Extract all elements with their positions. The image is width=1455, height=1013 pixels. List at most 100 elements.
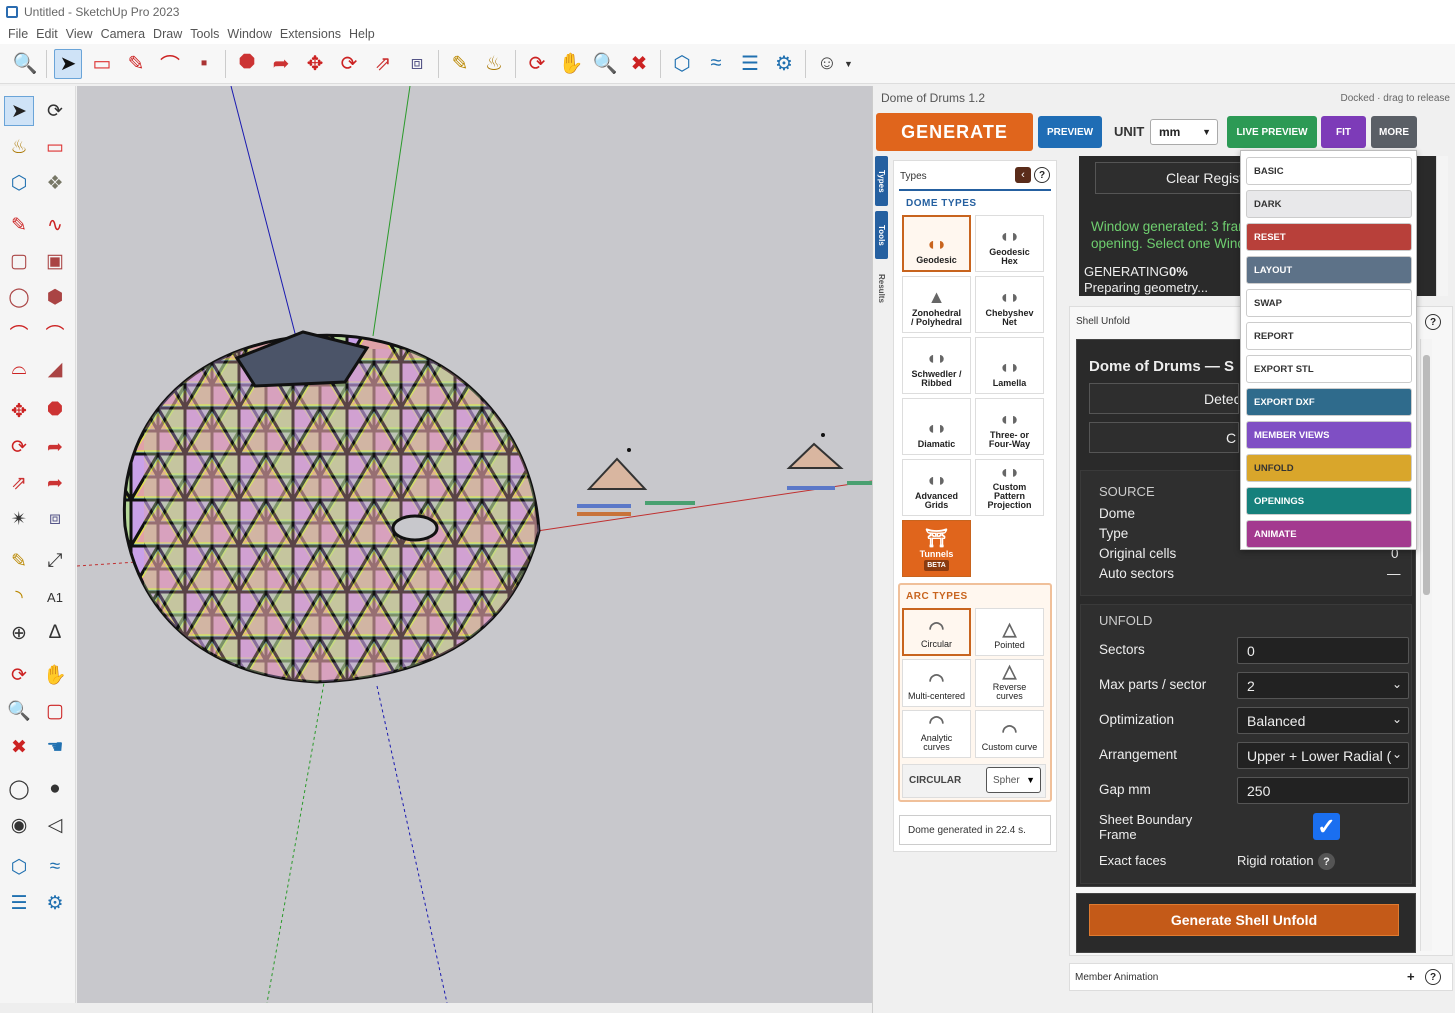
paint-icon[interactable]: ♨	[4, 132, 34, 162]
axes-icon[interactable]: ⊕	[4, 618, 34, 648]
expand-plus-icon[interactable]: +	[1407, 969, 1415, 984]
look-around-icon[interactable]: ◉	[4, 810, 34, 840]
zoom-window-icon[interactable]: ▢	[40, 696, 70, 726]
more-button[interactable]: MORE	[1371, 116, 1417, 148]
menu-item-reset[interactable]: RESET	[1246, 223, 1412, 251]
menu-item-swap[interactable]: SWAP	[1246, 289, 1412, 317]
position-camera-icon[interactable]: ◯	[4, 774, 34, 804]
lasso-icon[interactable]: ⟳	[40, 96, 70, 126]
two-point-arc-icon[interactable]: ⌒	[40, 318, 70, 348]
help-icon[interactable]: ?	[1425, 969, 1441, 985]
circle-icon[interactable]: ◯	[4, 282, 34, 312]
rigid-help-icon[interactable]: ?	[1318, 853, 1335, 870]
tab-types[interactable]: Types	[875, 156, 888, 206]
arc-type-analytic-curves[interactable]: ◠ Analytic curves	[902, 710, 971, 758]
menu-edit[interactable]: Edit	[36, 27, 58, 41]
arrangement-select[interactable]: Upper + Lower Radial (⌄	[1237, 742, 1409, 769]
zoom-extents-icon[interactable]: ✖	[625, 49, 653, 79]
menu-item-report[interactable]: REPORT	[1246, 322, 1412, 350]
account-icon[interactable]: ☺	[813, 49, 841, 79]
push-pull-icon[interactable]: ⯃	[233, 49, 261, 79]
followme-tool-icon[interactable]: ➦	[40, 432, 70, 462]
layout-tool-icon[interactable]: ☰	[4, 888, 34, 918]
rectangle-tool-icon[interactable]: ▢	[4, 246, 34, 276]
3d-viewport[interactable]	[77, 86, 872, 1003]
orbit-icon[interactable]: ⟳	[523, 49, 551, 79]
polygon-icon[interactable]: ⬢	[40, 282, 70, 312]
tab-results[interactable]: Results	[875, 264, 888, 312]
log-scrollbar[interactable]	[1436, 156, 1448, 296]
zoom-icon[interactable]: 🔍	[591, 49, 619, 79]
three-point-arc-icon[interactable]: ⌓	[4, 354, 34, 384]
rotated-rectangle-icon[interactable]: ▣	[40, 246, 70, 276]
detect-button[interactable]: Detec	[1089, 383, 1239, 414]
offset-icon[interactable]: ⧈	[403, 49, 431, 79]
menu-camera[interactable]: Camera	[101, 27, 145, 41]
gap-input[interactable]: 250	[1237, 777, 1409, 804]
fit-button[interactable]: FIT	[1321, 116, 1366, 148]
menu-view[interactable]: View	[66, 27, 93, 41]
menu-item-basic[interactable]: BASIC	[1246, 157, 1412, 185]
menu-item-member-views[interactable]: MEMBER VIEWS	[1246, 421, 1412, 449]
rotate-icon[interactable]: ⟳	[335, 49, 363, 79]
ext-warehouse-tool-icon[interactable]: ≈	[40, 852, 70, 882]
extension-manager-icon[interactable]: ⚙	[770, 49, 798, 79]
zoom-extents-tool-icon[interactable]: ✖	[4, 732, 34, 762]
line-tool-icon[interactable]: ✎	[4, 210, 34, 240]
tab-tools[interactable]: Tools	[875, 211, 888, 259]
rectangle-icon[interactable]: ▪	[190, 49, 218, 79]
shell-unfold-scrollbar[interactable]	[1420, 339, 1432, 951]
panel-header[interactable]: Dome of Drums 1.2 Docked · drag to relea…	[873, 86, 1455, 110]
search-icon[interactable]: 🔍	[11, 49, 39, 79]
offset-tool-icon[interactable]: ➦	[40, 468, 70, 498]
dome-type-zonohedral[interactable]: ▲ Zonohedral / Polyhedral	[902, 276, 971, 333]
dome-type-schwedler[interactable]: ◖◗ Schwedler / Ribbed	[902, 337, 971, 394]
dome-type-geodesic-hex[interactable]: ◖◗ Geodesic Hex	[975, 215, 1044, 272]
live-preview-button[interactable]: LIVE PREVIEW	[1227, 116, 1317, 148]
menu-draw[interactable]: Draw	[153, 27, 182, 41]
protractor-icon[interactable]: ◝	[4, 582, 34, 612]
menu-item-dark[interactable]: DARK	[1246, 190, 1412, 218]
menu-item-layout[interactable]: LAYOUT	[1246, 256, 1412, 284]
help-button[interactable]: ?	[1034, 167, 1050, 183]
arc-type-custom-curve[interactable]: ◠ Custom curve	[975, 710, 1044, 758]
zoom-tool-icon[interactable]: 🔍	[4, 696, 34, 726]
eraser-tool-icon[interactable]: ▭	[40, 132, 70, 162]
extension-warehouse-icon[interactable]: ≈	[702, 49, 730, 79]
member-animation-section[interactable]: Member Animation + ?	[1069, 963, 1453, 991]
dimension-icon[interactable]: ⤢	[40, 546, 70, 576]
select-arrow-icon[interactable]: ➤	[54, 48, 82, 79]
sheet-boundary-checkbox[interactable]: ✓	[1313, 813, 1340, 840]
previous-view-icon[interactable]: ☚	[40, 732, 70, 762]
tape-icon[interactable]: ✎	[4, 546, 34, 576]
warehouse-icon[interactable]: ⬡	[668, 49, 696, 79]
follow-me-icon[interactable]: ➦	[267, 49, 295, 79]
arc-icon[interactable]: ⌒	[156, 49, 184, 79]
menu-item-export-stl[interactable]: EXPORT STL	[1246, 355, 1412, 383]
dome-type-lamella[interactable]: ◖◗ Lamella	[975, 337, 1044, 394]
sectors-input[interactable]: 0	[1237, 637, 1409, 664]
max-parts-select[interactable]: 2 ⌄	[1237, 672, 1409, 699]
walk-icon[interactable]: ●	[40, 774, 70, 804]
dome-type-tunnels[interactable]: ⛩ Tunnels BETA	[902, 520, 971, 577]
menu-item-unfold[interactable]: UNFOLD	[1246, 454, 1412, 482]
pan-icon[interactable]: ✋	[557, 49, 585, 79]
generate-shell-unfold-button[interactable]: Generate Shell Unfold	[1089, 904, 1399, 936]
arc-type-pointed[interactable]: △ Pointed	[975, 608, 1044, 656]
move-tool-icon[interactable]: ✥	[4, 396, 34, 426]
dome-type-chebyshev[interactable]: ◖◗ Chebyshev Net	[975, 276, 1044, 333]
component-icon[interactable]: ⬡	[4, 168, 34, 198]
pan-tool-icon[interactable]: ✋	[40, 660, 70, 690]
3d-text-icon[interactable]: Δ	[40, 618, 70, 648]
menu-window[interactable]: Window	[227, 27, 271, 41]
arc-type-circular[interactable]: ◠ Circular	[902, 608, 971, 656]
menu-item-animate[interactable]: ANIMATE	[1246, 520, 1412, 548]
menu-item-openings[interactable]: OPENINGS	[1246, 487, 1412, 515]
move-icon[interactable]: ✥	[301, 49, 329, 79]
freehand-icon[interactable]: ∿	[40, 210, 70, 240]
rotate-tool-icon[interactable]: ⟳	[4, 432, 34, 462]
optimization-select[interactable]: Balanced ⌄	[1237, 707, 1409, 734]
tag-icon[interactable]: ❖	[40, 168, 70, 198]
scroll-thumb[interactable]	[1423, 355, 1430, 595]
menu-help[interactable]: Help	[349, 27, 375, 41]
